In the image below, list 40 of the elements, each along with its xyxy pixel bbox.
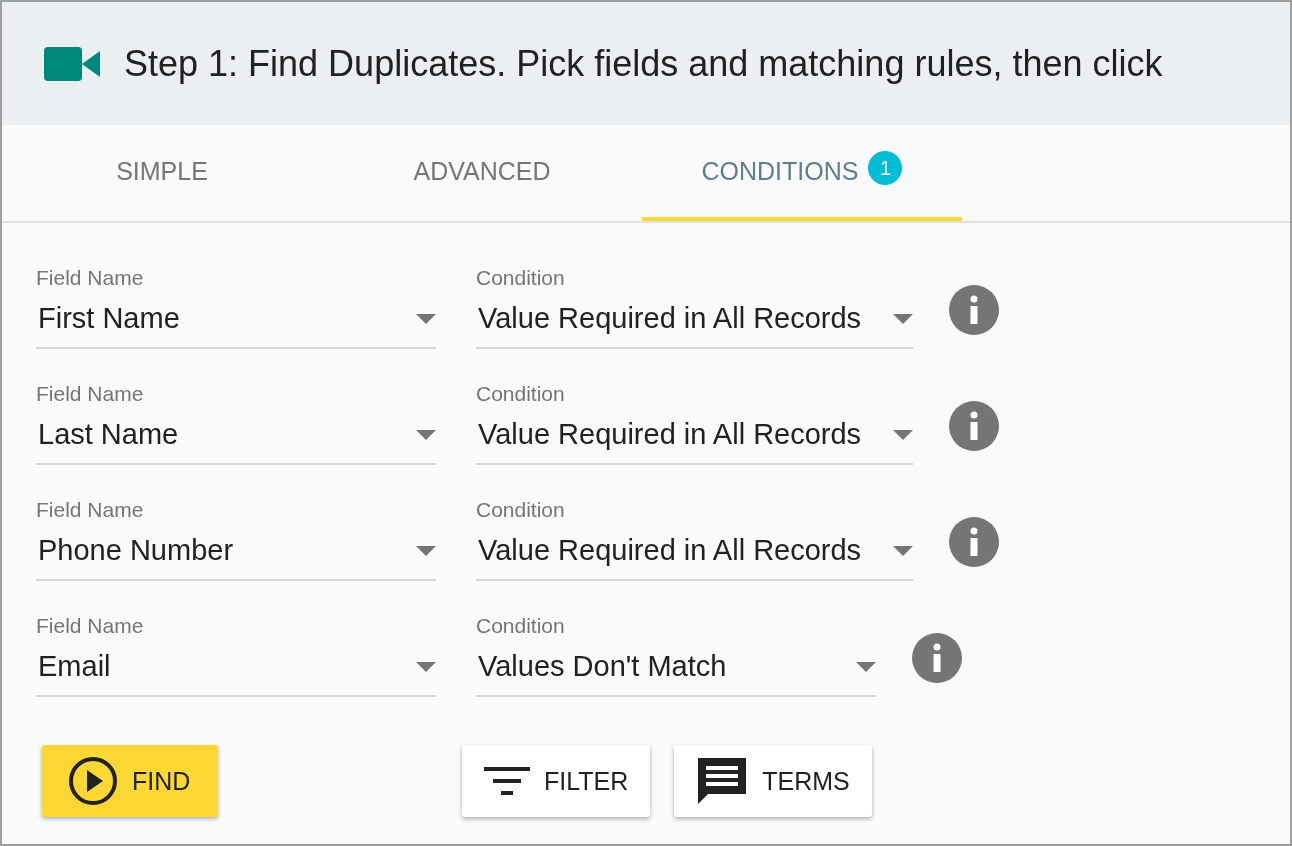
video-camera-icon (44, 46, 100, 81)
field-label: Field Name (36, 382, 145, 406)
field-label: Field Name (36, 266, 145, 290)
condition-label: Condition (476, 614, 566, 638)
dropdown-arrow-icon (893, 429, 914, 440)
condition-label: Condition (476, 266, 566, 290)
tab[interactable]: SIMPLE (2, 125, 322, 221)
info-icon[interactable] (912, 633, 962, 683)
dropdown-arrow-icon (856, 661, 876, 672)
tab[interactable]: ADVANCED (322, 125, 642, 221)
count-badge: 1 (868, 151, 903, 185)
field-select[interactable]: Phone Number (36, 534, 436, 581)
field-select[interactable]: Email (36, 650, 436, 697)
speech-bubble-icon (696, 756, 749, 806)
condition-label: Condition (476, 382, 566, 406)
condition-label: Condition (476, 498, 566, 522)
info-icon[interactable] (949, 285, 1000, 335)
field-select[interactable]: First Name (36, 302, 436, 349)
condition-select[interactable]: Value Required in All Records (476, 418, 914, 465)
dropdown-arrow-icon (416, 429, 436, 440)
filter-icon (484, 764, 530, 798)
tab[interactable]: CONDITIONS 1 (642, 125, 962, 221)
info-icon[interactable] (949, 401, 1000, 451)
condition-select[interactable]: Value Required in All Records (476, 302, 914, 349)
field-select[interactable]: Last Name (36, 418, 436, 465)
field-label: Field Name (36, 614, 145, 638)
info-icon[interactable] (949, 517, 1000, 567)
page-title: Step 1: Find Duplicates. Pick fields and matching rules, then click (124, 42, 1163, 85)
dropdown-arrow-icon (416, 313, 436, 324)
play-icon (68, 756, 118, 806)
dropdown-arrow-icon (893, 545, 914, 556)
condition-select[interactable]: Values Don't Match (476, 650, 876, 697)
dropdown-arrow-icon (893, 313, 914, 324)
find-button[interactable]: FIND (42, 745, 218, 817)
field-label: Field Name (36, 498, 145, 522)
dropdown-arrow-icon (416, 545, 436, 556)
condition-select[interactable]: Value Required in All Records (476, 534, 914, 581)
terms-button[interactable]: TERMS (674, 745, 872, 817)
filter-button[interactable]: FILTER (462, 745, 651, 817)
dropdown-arrow-icon (416, 661, 436, 672)
